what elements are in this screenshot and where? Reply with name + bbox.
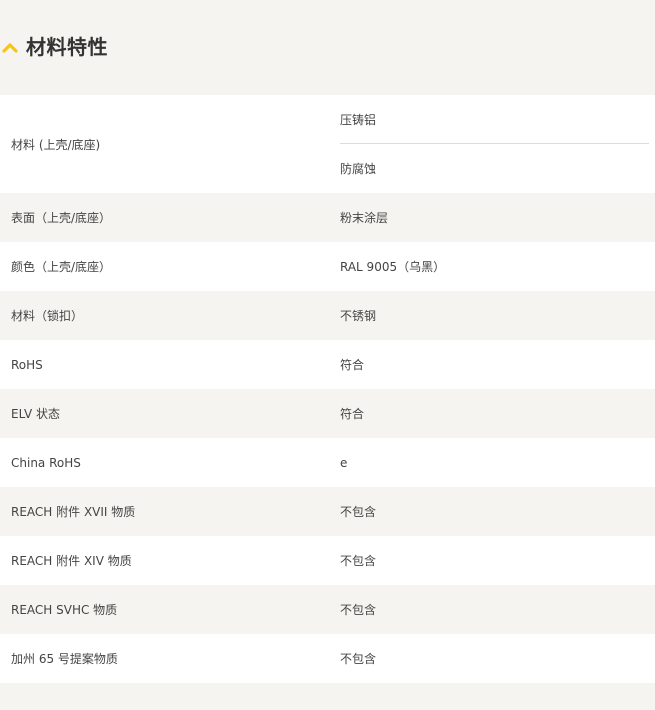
table-row: China RoHS e [0, 438, 655, 487]
table-row: REACH SVHC 物质 不包含 [0, 585, 655, 634]
property-value-line: 防腐蚀 [340, 162, 377, 176]
property-value: 粉末涂层 [340, 211, 389, 225]
table-row: REACH 附件 XIV 物质 不包含 [0, 536, 655, 585]
property-label: 材料（锁扣） [11, 309, 84, 323]
property-value-line: 压铸铝 [340, 95, 649, 144]
property-value: e [340, 455, 348, 470]
property-label: REACH 附件 XIV 物质 [11, 554, 132, 568]
section-header[interactable]: 材料特性 [0, 0, 655, 95]
property-value: 符合 [340, 407, 365, 421]
table-row: 颜色（上壳/底座） RAL 9005（乌黑） [0, 242, 655, 291]
table-row: 材料（锁扣） 不锈钢 [0, 291, 655, 340]
property-label: REACH SVHC 物质 [11, 603, 118, 617]
table-row: RoHS 符合 [0, 340, 655, 389]
chevron-up-icon[interactable] [2, 41, 18, 53]
table-row: ELV 状态 符合 [0, 389, 655, 438]
property-label: 材料 (上壳/底座) [11, 137, 101, 152]
property-value: 不锈钢 [340, 309, 377, 323]
material-properties-table: 材料 (上壳/底座) 压铸铝 防腐蚀 表面（上壳/底座） 粉末涂层 颜色（上壳/… [0, 95, 655, 683]
property-label: RoHS [11, 357, 43, 372]
property-value: 不包含 [340, 554, 377, 568]
section-title: 材料特性 [26, 35, 108, 59]
table-row: REACH 附件 XVII 物质 不包含 [0, 487, 655, 536]
table-row: 表面（上壳/底座） 粉末涂层 [0, 193, 655, 242]
table-row: 加州 65 号提案物质 不包含 [0, 634, 655, 683]
property-label: 加州 65 号提案物质 [11, 652, 118, 666]
property-value: 符合 [340, 358, 365, 372]
property-value: 不包含 [340, 603, 377, 617]
property-label: 表面（上壳/底座） [11, 211, 112, 225]
property-value: 不包含 [340, 505, 377, 519]
table-row: 材料 (上壳/底座) 压铸铝 防腐蚀 [0, 95, 655, 193]
property-label: REACH 附件 XVII 物质 [11, 505, 136, 519]
property-value: 压铸铝 防腐蚀 [340, 95, 655, 193]
property-value: RAL 9005（乌黑） [340, 260, 446, 274]
property-label: ELV 状态 [11, 407, 60, 421]
property-label: China RoHS [11, 455, 81, 470]
property-label: 颜色（上壳/底座） [11, 260, 112, 274]
section-footer-space [0, 683, 655, 709]
property-value: 不包含 [340, 652, 377, 666]
